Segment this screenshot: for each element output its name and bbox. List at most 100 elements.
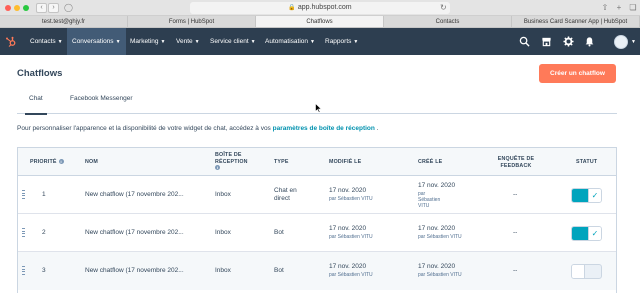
survey-cell: --	[513, 191, 518, 198]
marketplace-icon[interactable]	[541, 36, 552, 47]
created-by: par Sébastien VITU	[418, 191, 440, 209]
maximize-window-button[interactable]	[23, 5, 29, 11]
nav-label: Contacts	[30, 38, 56, 45]
toggle-knob	[572, 265, 585, 278]
gear-icon[interactable]	[563, 36, 574, 47]
nav-item-rapports[interactable]: Rapports ▼	[325, 28, 358, 55]
survey-cell: --	[513, 229, 518, 236]
forward-arrow-icon[interactable]: ›	[48, 3, 59, 13]
type-column-header[interactable]: TYPE	[274, 159, 289, 166]
share-icon[interactable]: ⇧	[600, 3, 610, 13]
new-tab-icon[interactable]: +	[614, 3, 624, 13]
status-toggle[interactable]	[571, 264, 602, 279]
address-bar[interactable]: 🔒 app.hubspot.com	[190, 2, 450, 14]
reload-icon[interactable]: ↻	[440, 2, 447, 14]
browser-tab[interactable]: test.test@ghjy.fr	[0, 16, 128, 27]
table-row[interactable]: 2 New chatflow (17 novembre 202... Inbox…	[18, 214, 616, 252]
survey-column-header[interactable]: ENQUÊTE DE FEEDBACK	[496, 156, 536, 169]
status-column-header[interactable]: STATUT	[576, 159, 597, 166]
type-cell: Bot	[274, 267, 284, 274]
minimize-window-button[interactable]	[14, 5, 20, 11]
close-window-button[interactable]	[5, 5, 11, 11]
nav-label: Automatisation	[265, 38, 308, 45]
tab-overview-icon[interactable]: ❏	[628, 3, 638, 13]
chatflow-name-link[interactable]: New chatflow (17 novembre 202...	[85, 267, 184, 275]
nav-item-vente[interactable]: Vente ▼	[176, 28, 200, 55]
chatflows-table: PRIORITÉ i NOM BOÎTE DE RÉCEPTION i TYPE …	[17, 147, 617, 293]
modified-by: par Sébastien VITU	[329, 196, 373, 202]
nav-label: Service client	[210, 38, 249, 45]
chevron-down-icon: ▼	[160, 39, 166, 45]
inbox-settings-description: Pour personnaliser l'apparence et la dis…	[17, 125, 378, 132]
url-text: app.hubspot.com	[297, 4, 352, 11]
chevron-down-icon: ▼	[250, 39, 256, 45]
inbox-settings-link[interactable]: paramètres de boîte de réception	[273, 125, 375, 132]
chevron-down-icon: ▼	[194, 39, 200, 45]
drag-handle-icon[interactable]	[22, 190, 25, 200]
nav-label: Marketing	[130, 38, 159, 45]
page-title: Chatflows	[17, 68, 63, 79]
inbox-cell: Inbox	[215, 267, 231, 274]
table-row[interactable]: 1 New chatflow (17 novembre 202... Inbox…	[18, 176, 616, 214]
name-column-header[interactable]: NOM	[85, 159, 98, 166]
priority-column-header[interactable]: PRIORITÉ i	[30, 159, 64, 166]
chatflow-tabs: Chat Facebook Messenger	[17, 90, 617, 115]
browser-tab-strip: test.test@ghjy.fr Forms | HubSpot Chatflow…	[0, 16, 640, 28]
status-toggle[interactable]: ✓	[571, 226, 602, 241]
description-text: Pour personnaliser l'apparence et la dis…	[17, 125, 271, 132]
checkmark-icon: ✓	[588, 189, 601, 202]
modified-date: 17 nov. 2020	[329, 263, 367, 270]
browser-tab[interactable]: Contacts	[384, 16, 512, 27]
nav-item-contacts[interactable]: Contacts ▼	[30, 28, 63, 55]
created-by: par Sébastien VITU	[418, 234, 462, 240]
type-cell: Chat en direct	[274, 187, 297, 203]
info-icon[interactable]: i	[215, 165, 220, 171]
chevron-down-icon: ▼	[353, 39, 359, 45]
inbox-column-header[interactable]: BOÎTE DE RÉCEPTION i	[215, 152, 248, 172]
tab-chat[interactable]: Chat	[25, 90, 47, 115]
modified-date: 17 nov. 2020	[329, 187, 367, 194]
nav-label: Rapports	[325, 38, 352, 45]
drag-handle-icon[interactable]	[22, 228, 25, 238]
chatflow-name-link[interactable]: New chatflow (17 novembre 202...	[85, 229, 184, 237]
header-label: ENQUÊTE DE	[497, 156, 535, 162]
checkmark-icon: ✓	[588, 227, 601, 240]
chevron-down-icon[interactable]: ▼	[631, 39, 636, 45]
priority-cell: 3	[42, 267, 46, 274]
lock-icon: 🔒	[288, 5, 296, 11]
nav-item-conversations[interactable]: Conversations ▼	[67, 28, 126, 55]
info-icon[interactable]: i	[58, 159, 64, 165]
bell-icon[interactable]	[584, 36, 595, 47]
modified-column-header[interactable]: MODIFIÉ LE	[329, 159, 361, 166]
created-column-header[interactable]: CRÉÉ LE	[418, 159, 442, 166]
shield-icon[interactable]: ◯	[64, 3, 73, 13]
search-icon[interactable]	[519, 36, 530, 47]
header-label: FEEDBACK	[500, 162, 532, 169]
chevron-down-icon: ▼	[310, 39, 315, 45]
toggle-fill	[572, 189, 588, 202]
table-header: PRIORITÉ i NOM BOÎTE DE RÉCEPTION i TYPE …	[18, 148, 616, 176]
browser-tab[interactable]: Chatflows	[256, 16, 384, 27]
chevron-down-icon: ▼	[115, 39, 121, 45]
status-toggle[interactable]: ✓	[571, 188, 602, 203]
modified-date: 17 nov. 2020	[329, 225, 367, 232]
created-date: 17 nov. 2020	[418, 182, 456, 189]
browser-tab[interactable]: Business Card Scanner App | HubSpot	[512, 16, 640, 27]
nav-item-service-client[interactable]: Service client ▼	[210, 28, 256, 55]
nav-item-automatisation[interactable]: Automatisation ▼	[265, 28, 315, 55]
chatflow-name-link[interactable]: New chatflow (17 novembre 202...	[85, 191, 184, 199]
nav-label: Conversations	[72, 38, 114, 45]
create-chatflow-button[interactable]: Créer un chatflow	[539, 64, 616, 83]
avatar[interactable]	[614, 35, 628, 49]
created-date: 17 nov. 2020	[418, 263, 456, 270]
main-navigation: Contacts ▼ Conversations ▼ Marketing ▼ Vent…	[0, 28, 640, 55]
nav-item-marketing[interactable]: Marketing ▼	[130, 28, 166, 55]
created-by-line: VITU	[418, 203, 430, 209]
header-label: PRIORITÉ	[30, 159, 57, 165]
drag-handle-icon[interactable]	[22, 266, 25, 276]
table-row[interactable]: 3 New chatflow (17 novembre 202... Inbox…	[18, 252, 616, 290]
tab-facebook-messenger[interactable]: Facebook Messenger	[70, 90, 133, 114]
hubspot-logo-icon[interactable]	[5, 36, 17, 48]
browser-tab[interactable]: Forms | HubSpot	[128, 16, 256, 27]
back-arrow-icon[interactable]: ‹	[36, 3, 47, 13]
